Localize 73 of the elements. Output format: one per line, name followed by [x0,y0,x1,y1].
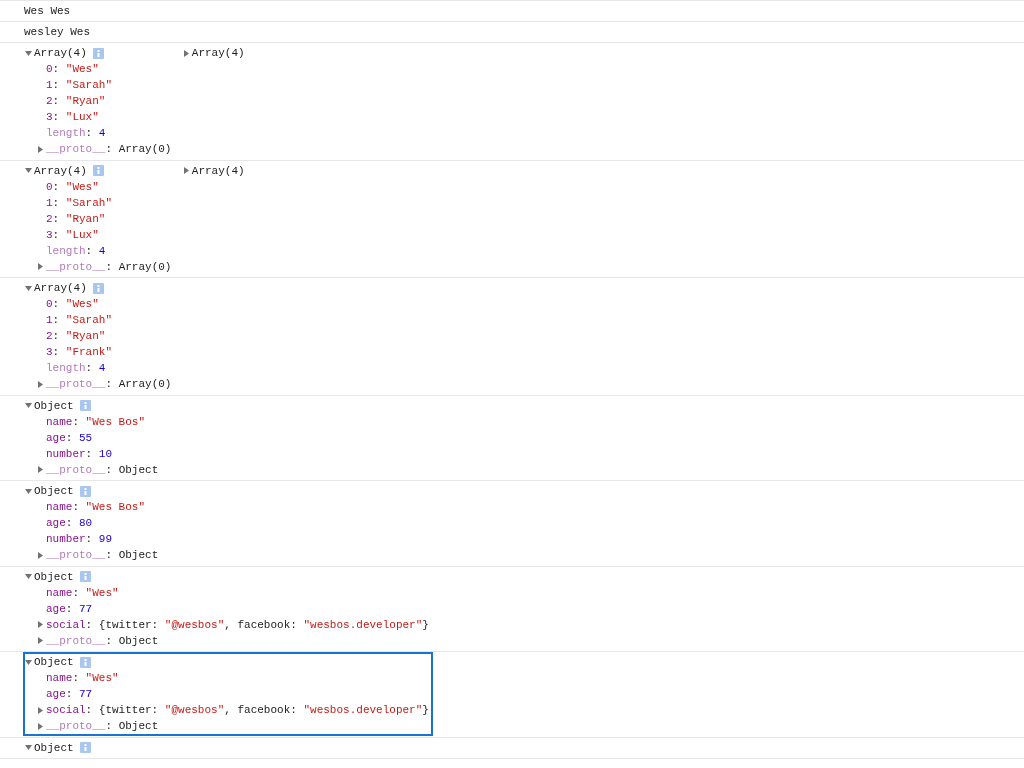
property-line: name: "Wes" [46,671,119,686]
object-label[interactable]: Array(4) [34,45,87,61]
property-line: 3: "Lux" [46,227,99,243]
property-line[interactable]: __proto__: Object [46,632,159,649]
property-line: age: 77 [46,687,93,702]
expand-arrow-icon[interactable] [37,722,44,730]
property-line: length: 4 [46,126,106,141]
property-line[interactable]: social: {twitter: "@wesbos", facebook: "wesbos.developer"} [46,702,429,718]
log-message: wesley Wes [24,25,90,40]
log-message: Wes Wes [24,4,71,19]
property-line: length: 4 [46,361,106,376]
property-line[interactable]: __proto__: Array(0) [46,141,172,157]
property-line: 1: "Sarah" [46,195,113,211]
property-line: 3: "Lux" [46,110,99,125]
collapse-arrow-icon[interactable] [25,167,32,174]
collapse-arrow-icon[interactable] [25,49,32,57]
object-label[interactable]: Object [34,739,74,756]
property-line: age: 77 [46,601,93,617]
expand-arrow-icon[interactable] [37,637,44,644]
property-line: name: "Wes Bos" [46,500,146,515]
expand-arrow-icon[interactable] [37,621,44,628]
object-label[interactable]: Array(4) [34,280,87,296]
expand-arrow-icon[interactable] [37,263,44,270]
object-label[interactable]: Object [34,397,74,414]
collapse-arrow-icon[interactable] [25,658,32,666]
info-icon [92,165,104,176]
object-label[interactable]: Object [34,654,74,670]
collapse-arrow-icon[interactable] [25,402,32,409]
property-line: 2: "Ryan" [46,94,106,109]
property-line: number: 10 [46,446,112,462]
property-line: age: 80 [46,516,93,531]
expand-arrow-icon[interactable] [182,167,190,174]
object-label[interactable]: Object [34,568,74,585]
info-icon [92,282,104,294]
collapse-arrow-icon[interactable] [25,284,32,292]
property-line: 1: "Sarah" [46,313,113,328]
property-line[interactable]: __proto__: Object [46,461,159,478]
property-line: name: "Wes" [46,585,119,601]
property-line[interactable]: __proto__: Array(0) [46,376,172,392]
info-icon [79,656,91,668]
expand-arrow-icon[interactable] [37,706,44,714]
info-icon [79,485,91,497]
property-line[interactable]: __proto__: Object [46,718,159,734]
object-label[interactable]: Object [34,483,74,499]
property-line: name: "Wes Bos" [46,414,146,430]
property-line[interactable]: __proto__: Array(0) [46,258,172,275]
property-line: 1: "Sarah" [46,78,113,93]
info-icon [79,400,91,411]
property-line: 3: "Frank" [46,345,113,360]
info-icon [92,47,104,59]
collapse-arrow-icon[interactable] [25,744,32,751]
property-line: age: 55 [46,430,93,446]
property-line: 0: "Wes" [46,62,99,77]
property-line: 0: "Wes" [46,297,99,312]
info-icon [79,742,91,753]
object-preview[interactable]: Array(4) [191,45,245,61]
object-label[interactable]: Array(4) [34,162,87,179]
property-line[interactable]: social: {twitter: "@wesbos", facebook: "wesbos.developer"} [46,616,429,633]
expand-arrow-icon[interactable] [37,145,44,153]
property-line: 0: "Wes" [46,179,99,195]
expand-arrow-icon[interactable] [37,551,44,559]
expand-arrow-icon[interactable] [182,49,190,57]
expand-arrow-icon[interactable] [37,466,44,473]
info-icon [79,571,91,582]
expand-arrow-icon[interactable] [37,380,44,388]
object-preview[interactable]: Array(4) [191,162,245,179]
collapse-arrow-icon[interactable] [25,487,32,495]
property-line: number: 99 [46,532,112,547]
collapse-arrow-icon[interactable] [25,573,32,580]
property-line: length: 4 [46,243,106,259]
property-line[interactable]: __proto__: Object [46,547,159,563]
property-line: 2: "Ryan" [46,329,106,344]
property-line: 2: "Ryan" [46,211,106,227]
